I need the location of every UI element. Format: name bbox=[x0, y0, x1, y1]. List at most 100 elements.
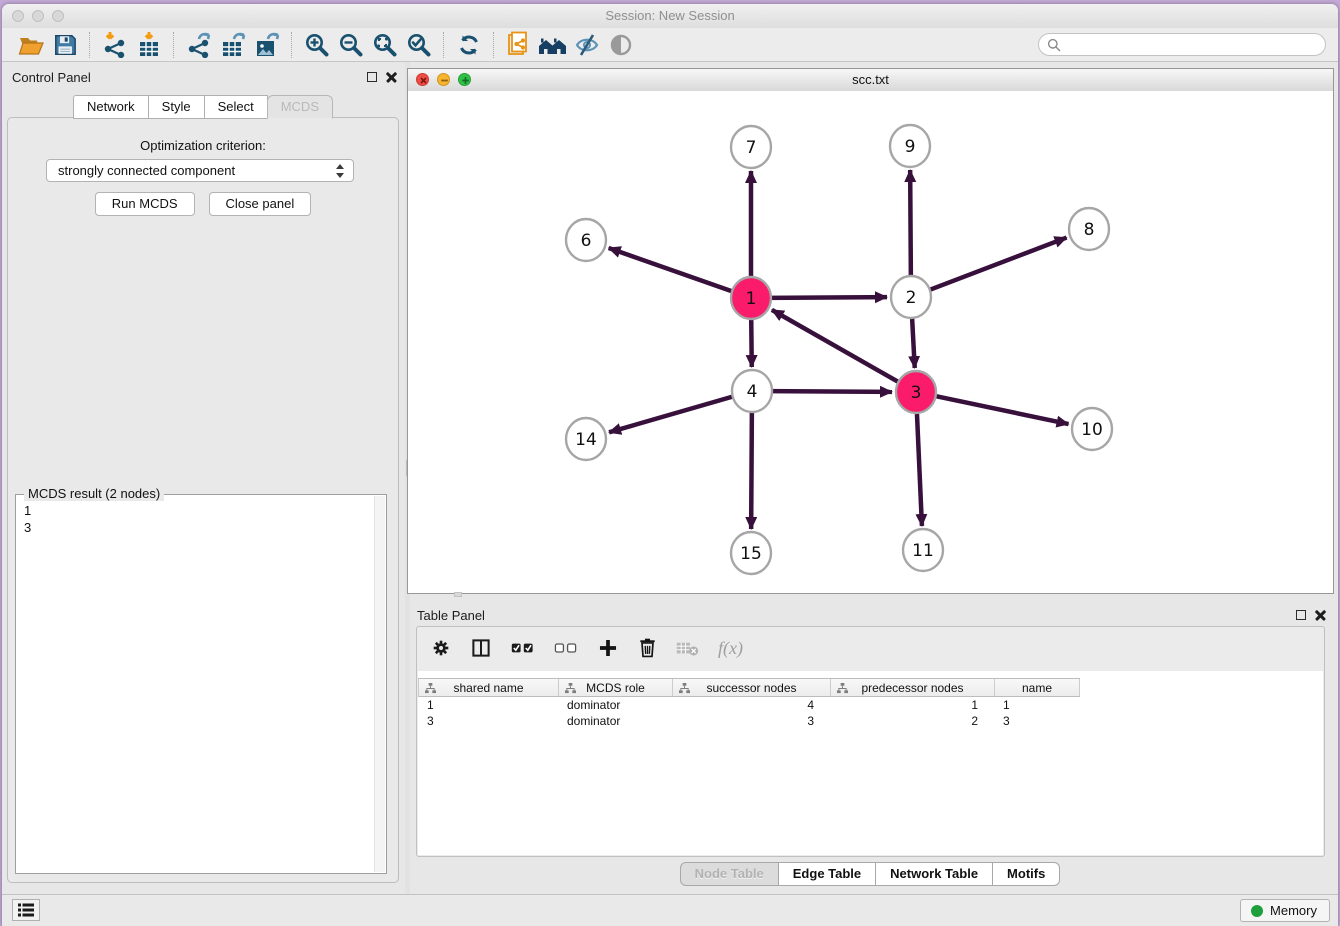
control-tab-network[interactable]: Network bbox=[73, 95, 149, 119]
table-tab-node-table[interactable]: Node Table bbox=[680, 862, 779, 886]
graph-node-1[interactable]: 1 bbox=[731, 277, 771, 319]
network-window-titlebar[interactable]: scc.txt bbox=[408, 69, 1333, 92]
search-input[interactable] bbox=[1065, 37, 1325, 53]
optimization-criterion-select[interactable]: strongly connected component bbox=[46, 159, 354, 182]
network-graph[interactable]: 1 2 3 4 6 7 8 9 10 11 14 15 bbox=[408, 91, 1333, 593]
open-session-icon[interactable] bbox=[14, 31, 48, 59]
table-panel-body: f(x) shared name MCDS role successor nodes… bbox=[416, 626, 1325, 857]
svg-text:2: 2 bbox=[906, 288, 917, 308]
edge-4-14[interactable] bbox=[609, 396, 735, 432]
edge-3-11[interactable] bbox=[917, 410, 922, 526]
graph-node-10[interactable]: 10 bbox=[1072, 408, 1112, 450]
list-icon bbox=[18, 903, 34, 917]
edge-4-15[interactable] bbox=[751, 409, 752, 529]
edge-2-8[interactable] bbox=[928, 238, 1067, 291]
toolbar-separator bbox=[173, 32, 175, 58]
close-panel-icon[interactable] bbox=[386, 71, 397, 82]
function-builder-icon: f(x) bbox=[718, 638, 743, 659]
column-header-label: predecessor nodes bbox=[861, 681, 963, 695]
import-network-icon[interactable] bbox=[98, 31, 132, 59]
select-all-icon[interactable] bbox=[511, 640, 535, 656]
run-mcds-button[interactable]: Run MCDS bbox=[95, 192, 195, 216]
refresh-layout-icon[interactable] bbox=[452, 31, 486, 59]
edge-2-9[interactable] bbox=[910, 170, 911, 279]
graph-node-4[interactable]: 4 bbox=[732, 370, 772, 412]
control-panel-tabs: NetworkStyleSelectMCDS bbox=[2, 95, 405, 119]
graph-node-9[interactable]: 9 bbox=[890, 125, 930, 167]
edge-2-3[interactable] bbox=[912, 315, 915, 368]
column-header-label: MCDS role bbox=[586, 681, 645, 695]
svg-text:4: 4 bbox=[747, 382, 758, 402]
table-row[interactable]: 3dominator323 bbox=[418, 713, 1323, 729]
table-panel-title: Table Panel bbox=[417, 608, 485, 623]
column-header-successor-nodes[interactable]: successor nodes bbox=[673, 679, 831, 696]
table-tab-motifs[interactable]: Motifs bbox=[992, 862, 1060, 886]
graph-node-6[interactable]: 6 bbox=[566, 219, 606, 261]
float-table-panel-icon[interactable] bbox=[1296, 610, 1306, 620]
column-header-MCDS-role[interactable]: MCDS role bbox=[559, 679, 673, 696]
close-table-panel-icon[interactable] bbox=[1315, 609, 1326, 620]
unselect-all-icon[interactable] bbox=[554, 640, 578, 656]
table-panel: Table Panel bbox=[407, 600, 1334, 893]
horizontal-splitter-grip[interactable] bbox=[454, 592, 462, 597]
status-bar: Memory bbox=[2, 894, 1338, 926]
network-canvas[interactable]: 1 2 3 4 6 7 8 9 10 11 14 15 bbox=[408, 91, 1333, 593]
close-panel-button[interactable]: Close panel bbox=[209, 192, 312, 216]
result-scrollbar[interactable] bbox=[374, 496, 385, 872]
control-tab-select[interactable]: Select bbox=[204, 95, 268, 119]
float-panel-icon[interactable] bbox=[367, 72, 377, 82]
column-visibility-icon[interactable] bbox=[470, 637, 492, 659]
column-header-name[interactable]: name bbox=[995, 679, 1080, 696]
save-session-icon[interactable] bbox=[48, 31, 82, 59]
zoom-out-icon[interactable] bbox=[334, 31, 368, 59]
titlebar: Session: New Session bbox=[2, 4, 1338, 28]
zoom-selected-icon[interactable] bbox=[402, 31, 436, 59]
edge-1-2[interactable] bbox=[769, 297, 887, 298]
delete-row-icon[interactable] bbox=[638, 637, 657, 659]
edge-3-10[interactable] bbox=[934, 396, 1069, 424]
edge-3-1[interactable] bbox=[772, 310, 901, 383]
export-image-icon[interactable] bbox=[250, 31, 284, 59]
node-table[interactable]: shared name MCDS role successor nodes prede… bbox=[418, 671, 1323, 855]
sort-hierarchy-icon bbox=[837, 683, 848, 697]
memory-label: Memory bbox=[1270, 903, 1317, 918]
graph-node-8[interactable]: 8 bbox=[1069, 208, 1109, 250]
export-network-icon[interactable] bbox=[182, 31, 216, 59]
graph-node-3[interactable]: 3 bbox=[896, 371, 936, 413]
show-graphics-details-icon[interactable] bbox=[604, 31, 638, 59]
export-table-icon[interactable] bbox=[216, 31, 250, 59]
column-header-shared-name[interactable]: shared name bbox=[419, 679, 559, 696]
graph-node-2[interactable]: 2 bbox=[891, 276, 931, 318]
table-tab-network-table[interactable]: Network Table bbox=[875, 862, 993, 886]
graph-node-11[interactable]: 11 bbox=[903, 529, 943, 571]
home-view-icon[interactable] bbox=[536, 31, 570, 59]
table-settings-icon[interactable] bbox=[431, 638, 451, 658]
graph-node-15[interactable]: 15 bbox=[731, 532, 771, 574]
add-row-icon[interactable] bbox=[597, 637, 619, 659]
graph-node-14[interactable]: 14 bbox=[566, 418, 606, 460]
task-history-button[interactable] bbox=[12, 899, 40, 921]
control-tab-mcds[interactable]: MCDS bbox=[267, 95, 333, 119]
edge-1-6[interactable] bbox=[609, 248, 734, 292]
column-header-label: name bbox=[1022, 681, 1052, 695]
hide-graphics-details-icon[interactable] bbox=[570, 31, 604, 59]
table-panel-tabs: Node TableEdge TableNetwork TableMotifs bbox=[407, 862, 1334, 886]
svg-text:14: 14 bbox=[575, 430, 597, 450]
column-header-predecessor-nodes[interactable]: predecessor nodes bbox=[831, 679, 995, 696]
table-tab-edge-table[interactable]: Edge Table bbox=[778, 862, 876, 886]
svg-text:3: 3 bbox=[911, 383, 922, 403]
network-from-file-icon[interactable] bbox=[502, 31, 536, 59]
control-tab-style[interactable]: Style bbox=[148, 95, 205, 119]
table-row[interactable]: 1dominator411 bbox=[418, 697, 1323, 713]
search-field[interactable] bbox=[1038, 33, 1326, 56]
graph-node-7[interactable]: 7 bbox=[731, 126, 771, 168]
zoom-fit-icon[interactable] bbox=[368, 31, 402, 59]
import-table-icon[interactable] bbox=[132, 31, 166, 59]
zoom-in-icon[interactable] bbox=[300, 31, 334, 59]
edge-4-3[interactable] bbox=[770, 391, 892, 392]
memory-button[interactable]: Memory bbox=[1240, 899, 1330, 922]
memory-status-icon bbox=[1251, 905, 1263, 917]
edge-1-4[interactable] bbox=[751, 316, 752, 367]
svg-text:8: 8 bbox=[1084, 220, 1095, 240]
table-header-row: shared name MCDS role successor nodes prede… bbox=[418, 678, 1080, 697]
